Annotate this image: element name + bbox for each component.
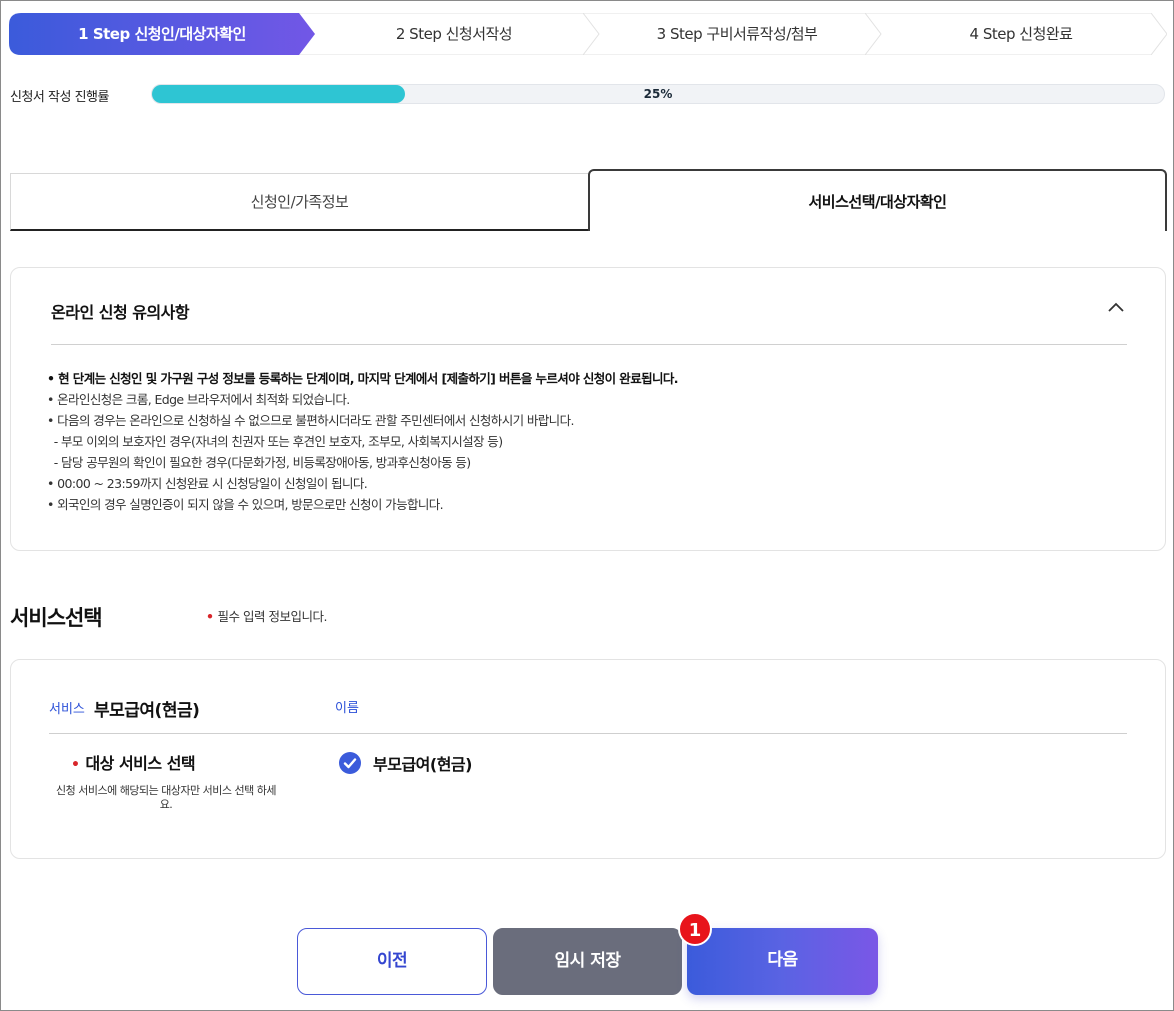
step-indicator: 1 Step 신청인/대상자확인 2 Step 신청서작성 3 Step 구비서… bbox=[9, 13, 1167, 55]
temp-save-button[interactable]: 임시 저장 bbox=[493, 928, 682, 995]
notice-item: • 다음의 경우는 온라인으로 신청하실 수 없으므로 불편하시더라도 관할 주… bbox=[47, 413, 574, 428]
section-title: 서비스선택 bbox=[10, 606, 103, 630]
annotation-badge: 1 bbox=[678, 912, 712, 946]
notice-item: - 부모 이외의 보호자인 경우(자녀의 친권자 또는 후견인 보호자, 조부모… bbox=[47, 434, 503, 449]
service-option-label[interactable]: 부모급여(현금) bbox=[373, 751, 472, 775]
target-service-label-text: 대상 서비스 선택 bbox=[85, 754, 196, 773]
notice-item: • 00:00 ~ 23:59까지 신청완료 시 신청당일이 신청일이 됩니다. bbox=[47, 476, 368, 491]
name-column-header: 이름 bbox=[335, 701, 359, 716]
notice-panel: 온라인 신청 유의사항 • 현 단계는 신청인 및 가구원 구성 정보를 등록하… bbox=[10, 267, 1166, 551]
progress-label: 신청서 작성 진행률 bbox=[10, 90, 109, 105]
required-note: • 필수 입력 정보입니다. bbox=[206, 606, 327, 625]
notice-item: • 현 단계는 신청인 및 가구원 구성 정보를 등록하는 단계이며, 마지막 … bbox=[47, 371, 679, 386]
step-3-label: 3 Step 구비서류작성/첨부 bbox=[656, 25, 818, 43]
next-button[interactable]: 다음 bbox=[687, 928, 878, 995]
progress-value: 25% bbox=[643, 87, 673, 101]
notice-list: • 현 단계는 신청인 및 가구원 구성 정보를 등록하는 단계이며, 마지막 … bbox=[47, 368, 1127, 515]
notice-item: • 온라인신청은 크롬, Edge 브라우저에서 최적화 되었습니다. bbox=[47, 392, 350, 407]
target-service-label: • 대상 서비스 선택 bbox=[71, 750, 196, 774]
divider bbox=[49, 733, 1127, 734]
target-service-help: 신청 서비스에 해당되는 대상자만 서비스 선택 하세요. bbox=[56, 784, 277, 811]
required-note-text: 필수 입력 정보입니다. bbox=[217, 609, 328, 624]
chevron-up-icon[interactable] bbox=[1107, 301, 1125, 313]
step-2-label: 2 Step 신청서작성 bbox=[395, 25, 513, 43]
step-4-label: 4 Step 신청완료 bbox=[969, 25, 1073, 43]
service-panel: 서비스 부모급여(현금) 이름 • 대상 서비스 선택 신청 서비스에 해당되는 … bbox=[10, 659, 1166, 859]
notice-item: • 외국인의 경우 실명인증이 되지 않을 수 있으며, 방문으로만 신청이 가… bbox=[47, 497, 444, 512]
tab-applicant-family[interactable]: 신청인/가족정보 bbox=[10, 173, 589, 231]
service-label: 서비스 bbox=[49, 702, 85, 717]
required-marker: • bbox=[71, 757, 80, 773]
notice-title: 온라인 신청 유의사항 bbox=[51, 303, 190, 322]
notice-item: - 담당 공무원의 확인이 필요한 경우(다문화가정, 비등록장애아동, 방과후… bbox=[47, 455, 471, 470]
checkbox-checked-icon[interactable] bbox=[339, 752, 361, 774]
tab-service-target[interactable]: 서비스선택/대상자확인 bbox=[588, 169, 1167, 231]
service-value: 부모급여(현금) bbox=[94, 701, 200, 721]
prev-button[interactable]: 이전 bbox=[297, 928, 487, 995]
required-marker: • bbox=[206, 609, 214, 624]
divider bbox=[51, 344, 1127, 345]
step-1-label: 1 Step 신청인/대상자확인 bbox=[78, 25, 246, 43]
progress-bar: 25% bbox=[151, 84, 1165, 104]
